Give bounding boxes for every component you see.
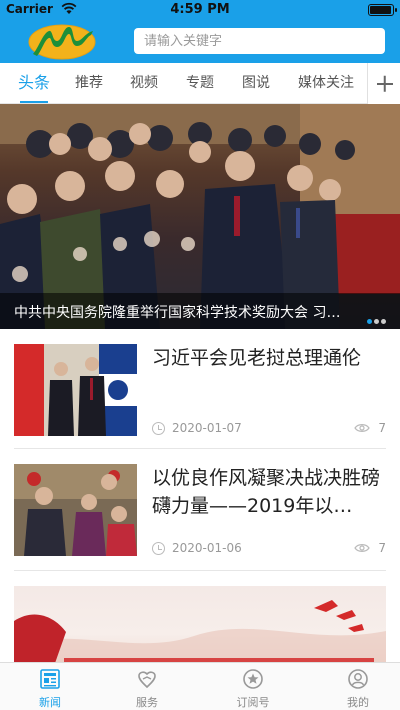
feature-card-image bbox=[14, 600, 386, 666]
tab-headline[interactable]: 头条 bbox=[18, 63, 50, 104]
profile-icon bbox=[348, 669, 368, 689]
bottom-tab-bar: 新闻 服务 订阅号 我的 bbox=[0, 662, 400, 710]
add-category-icon[interactable] bbox=[367, 63, 400, 104]
eye-icon bbox=[354, 544, 370, 552]
carousel-dot[interactable] bbox=[367, 319, 372, 324]
tabbar-news[interactable]: 新闻 bbox=[0, 663, 100, 710]
headline-banner[interactable]: 中共中央国务院隆重举行国家科学技术奖励大会 习… bbox=[0, 104, 400, 329]
tabbar-label: 服务 bbox=[136, 696, 158, 709]
top-header: Carrier 4:59 PM bbox=[0, 0, 400, 63]
newspaper-icon bbox=[40, 669, 60, 689]
view-count: 7 bbox=[378, 421, 386, 435]
clock-icon bbox=[152, 542, 165, 555]
news-meta: 2020-01-07 7 bbox=[152, 421, 386, 437]
news-title: 习近平会见老挝总理通伦 bbox=[152, 347, 362, 369]
carousel-dots bbox=[365, 309, 386, 328]
carousel-dot[interactable] bbox=[381, 319, 386, 324]
search-input[interactable] bbox=[134, 28, 385, 54]
battery-icon bbox=[368, 4, 397, 16]
app-logo bbox=[28, 24, 96, 60]
tabbar-me[interactable]: 我的 bbox=[308, 663, 400, 710]
news-date: 2020-01-07 bbox=[172, 421, 242, 435]
service-icon bbox=[138, 671, 156, 689]
banner-caption: 中共中央国务院隆重举行国家科学技术奖励大会 习… bbox=[0, 293, 400, 329]
tab-media-focus[interactable]: 媒体关注 bbox=[298, 63, 354, 104]
tab-topics[interactable]: 专题 bbox=[186, 63, 214, 104]
banner-caption-text: 中共中央国务院隆重举行国家科学技术奖励大会 习… bbox=[14, 305, 341, 321]
news-thumbnail bbox=[14, 344, 137, 436]
tabbar-label: 我的 bbox=[347, 696, 369, 709]
feature-card[interactable] bbox=[14, 586, 386, 666]
subscribe-icon bbox=[243, 669, 263, 689]
status-bar: Carrier 4:59 PM bbox=[0, 0, 400, 20]
news-item[interactable]: 习近平会见老挝总理通伦 2020-01-07 7 bbox=[14, 344, 386, 448]
category-tabs: 头条 推荐 视频 专题 图说 媒体关注 bbox=[0, 63, 400, 104]
divider bbox=[14, 570, 386, 571]
news-title: 以优良作风凝聚决战决胜磅礴力量——2019年以… bbox=[152, 467, 381, 517]
app-screen: Carrier 4:59 PM 头条 推荐 视频 专题 图说 媒体关注 bbox=[0, 0, 400, 710]
news-item[interactable]: 以优良作风凝聚决战决胜磅礴力量——2019年以… 2020-01-06 7 bbox=[14, 464, 386, 568]
news-meta: 2020-01-06 7 bbox=[152, 541, 386, 557]
view-count: 7 bbox=[378, 541, 386, 555]
tab-video[interactable]: 视频 bbox=[130, 63, 158, 104]
tab-photo-stories[interactable]: 图说 bbox=[242, 63, 270, 104]
tabbar-label: 新闻 bbox=[39, 696, 61, 709]
news-date: 2020-01-06 bbox=[172, 541, 242, 555]
news-thumbnail bbox=[14, 464, 137, 556]
eye-icon bbox=[354, 424, 370, 432]
tabbar-label: 订阅号 bbox=[236, 696, 270, 709]
carousel-dot[interactable] bbox=[374, 319, 379, 324]
clock-icon bbox=[152, 422, 165, 435]
divider bbox=[14, 448, 386, 449]
status-time: 4:59 PM bbox=[170, 2, 230, 17]
tab-recommend[interactable]: 推荐 bbox=[75, 63, 103, 104]
tabbar-services[interactable]: 服务 bbox=[97, 663, 197, 710]
tabbar-subscriptions[interactable]: 订阅号 bbox=[203, 663, 303, 710]
